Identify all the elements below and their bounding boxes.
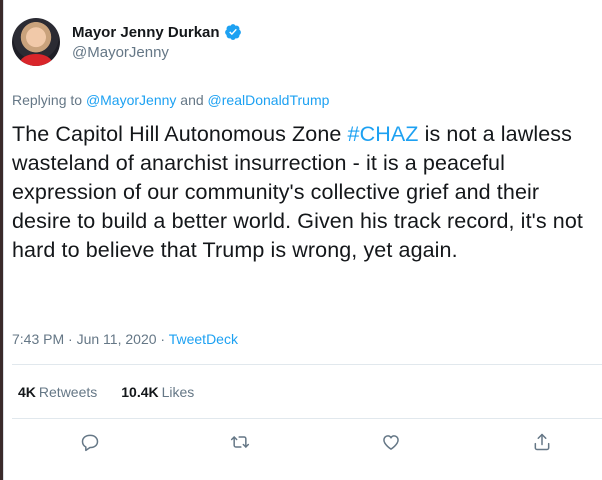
display-name-row[interactable]: Mayor Jenny Durkan <box>72 23 242 41</box>
share-icon <box>534 433 550 451</box>
tweet-text: The Capitol Hill Autonomous Zone #CHAZ i… <box>12 120 602 265</box>
tweet-actions <box>4 432 602 462</box>
like-button[interactable] <box>381 432 405 456</box>
tweet-time[interactable]: 7:43 PM <box>12 331 64 347</box>
retweet-icon <box>230 436 250 448</box>
likes-label: Likes <box>161 384 195 400</box>
retweet-button[interactable] <box>230 432 254 456</box>
replying-prefix: Replying to <box>12 92 83 108</box>
likes-stat[interactable]: 10.4K Likes <box>121 384 194 400</box>
tweet-stats: 4K Retweets 10.4K Likes <box>18 384 194 400</box>
divider <box>12 418 602 419</box>
retweets-count: 4K <box>18 384 36 400</box>
retweets-stat[interactable]: 4K Retweets <box>18 384 97 400</box>
hashtag-chaz[interactable]: #CHAZ <box>348 122 419 146</box>
meta-separator: · <box>68 331 73 347</box>
tweet-text-before: The Capitol Hill Autonomous Zone <box>12 122 348 146</box>
retweets-label: Retweets <box>38 384 98 400</box>
reply-mention-realdonaldtrump[interactable]: @realDonaldTrump <box>208 92 330 108</box>
tweet-meta: 7:43 PM · Jun 11, 2020 · TweetDeck <box>12 331 238 347</box>
reply-icon <box>81 434 99 452</box>
heart-icon <box>383 435 399 450</box>
likes-count: 10.4K <box>121 384 159 400</box>
meta-separator: · <box>160 331 166 347</box>
user-names: Mayor Jenny Durkan @MayorJenny <box>72 23 242 61</box>
avatar[interactable] <box>12 18 60 66</box>
replying-to-line: Replying to @MayorJenny and @realDonaldT… <box>12 92 329 108</box>
replying-and: and <box>180 92 204 108</box>
tweet-date[interactable]: Jun 11, 2020 <box>77 331 157 347</box>
tweet-source[interactable]: TweetDeck <box>169 331 238 347</box>
user-handle[interactable]: @MayorJenny <box>72 44 242 61</box>
display-name[interactable]: Mayor Jenny Durkan <box>72 24 220 41</box>
tweet-card: Mayor Jenny Durkan @MayorJenny Replying … <box>3 0 602 480</box>
reply-mention-mayorjenny[interactable]: @MayorJenny <box>86 92 176 108</box>
divider <box>12 364 602 365</box>
reply-button[interactable] <box>80 432 104 456</box>
share-button[interactable] <box>532 432 556 456</box>
verified-badge-icon <box>224 24 241 40</box>
tweet-header: Mayor Jenny Durkan @MayorJenny <box>12 18 242 66</box>
